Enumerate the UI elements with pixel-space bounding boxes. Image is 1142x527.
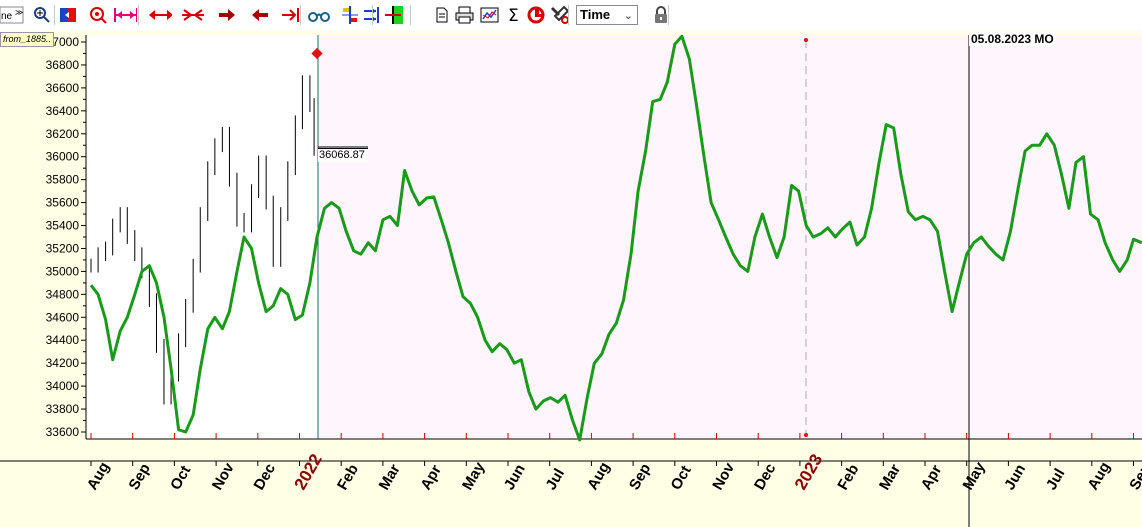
toolbar-separator bbox=[300, 5, 301, 25]
split-icon[interactable] bbox=[338, 4, 362, 26]
scroll-right-icon[interactable] bbox=[215, 4, 239, 26]
y-tick-label: 35600 bbox=[46, 196, 80, 210]
svg-text:≫: ≫ bbox=[15, 8, 23, 17]
forecast-background bbox=[318, 35, 1142, 439]
last-price-label: 36068.87 bbox=[318, 148, 368, 162]
target-zoom-icon[interactable] bbox=[86, 4, 110, 26]
y-tick-label: 34800 bbox=[46, 287, 80, 301]
toolbar-separator bbox=[54, 5, 55, 25]
view-menu-icon[interactable]: ne ≫ bbox=[0, 4, 24, 26]
y-tick-label: 34400 bbox=[46, 333, 80, 347]
toolbar-separator bbox=[138, 5, 139, 25]
document-icon[interactable] bbox=[430, 4, 454, 26]
glasses-icon[interactable] bbox=[307, 4, 331, 26]
indicator-label: from_1885.. bbox=[0, 32, 55, 47]
y-tick-label: 36800 bbox=[46, 58, 80, 72]
lock-icon[interactable] bbox=[649, 4, 673, 26]
svg-text:Σ: Σ bbox=[508, 6, 519, 24]
zoom-in-icon[interactable] bbox=[30, 4, 54, 26]
svg-text:ne: ne bbox=[1, 11, 13, 22]
chevron-down-icon: ⌄ bbox=[623, 10, 633, 22]
y-tick-label: 36000 bbox=[46, 150, 80, 164]
time-select-value: Time bbox=[580, 7, 611, 22]
year-marker-top bbox=[804, 38, 808, 42]
toolbar: ne ≫ Σ bbox=[0, 0, 1142, 32]
y-tick-label: 34000 bbox=[46, 379, 80, 393]
y-tick-label: 34200 bbox=[46, 356, 80, 370]
toolbar-separator bbox=[410, 5, 411, 25]
y-tick-label: 33600 bbox=[46, 425, 80, 439]
time-select[interactable]: Time ⌄ bbox=[576, 5, 638, 25]
history-background bbox=[86, 35, 318, 439]
y-tick-label: 36200 bbox=[46, 127, 80, 141]
toolbar-separator bbox=[568, 5, 569, 25]
y-tick-label: 33800 bbox=[46, 402, 80, 416]
chart-icon[interactable] bbox=[478, 4, 502, 26]
y-tick-label: 35200 bbox=[46, 241, 80, 255]
cursor-marker-icon[interactable] bbox=[382, 4, 406, 26]
expand-horizontal-icon[interactable] bbox=[148, 4, 172, 26]
y-tick-label: 36400 bbox=[46, 104, 80, 118]
chart[interactable]: 33600 33800 34000 34200 34400 34600 34800 35000… bbox=[0, 31, 1142, 527]
color-swatch-icon[interactable] bbox=[56, 4, 80, 26]
print-icon[interactable] bbox=[453, 4, 477, 26]
cursor-date-label: 05.08.2023 MO bbox=[969, 32, 1056, 46]
y-tick-label: 35800 bbox=[46, 173, 80, 187]
toolbar-separator bbox=[668, 5, 669, 25]
year-marker-bottom bbox=[804, 433, 808, 437]
y-tick-label: 36600 bbox=[46, 81, 80, 95]
sigma-icon[interactable]: Σ bbox=[502, 4, 526, 26]
y-tick-label: 35000 bbox=[46, 264, 80, 278]
goto-end-icon[interactable] bbox=[278, 4, 302, 26]
y-tick-label: 34600 bbox=[46, 310, 80, 324]
y-tick-label: 35400 bbox=[46, 219, 80, 233]
fit-width-icon[interactable] bbox=[113, 4, 137, 26]
cycle-icon[interactable] bbox=[524, 4, 548, 26]
toolbar-separator bbox=[372, 5, 373, 25]
compress-horizontal-icon[interactable] bbox=[180, 4, 204, 26]
scroll-left-icon[interactable] bbox=[248, 4, 272, 26]
